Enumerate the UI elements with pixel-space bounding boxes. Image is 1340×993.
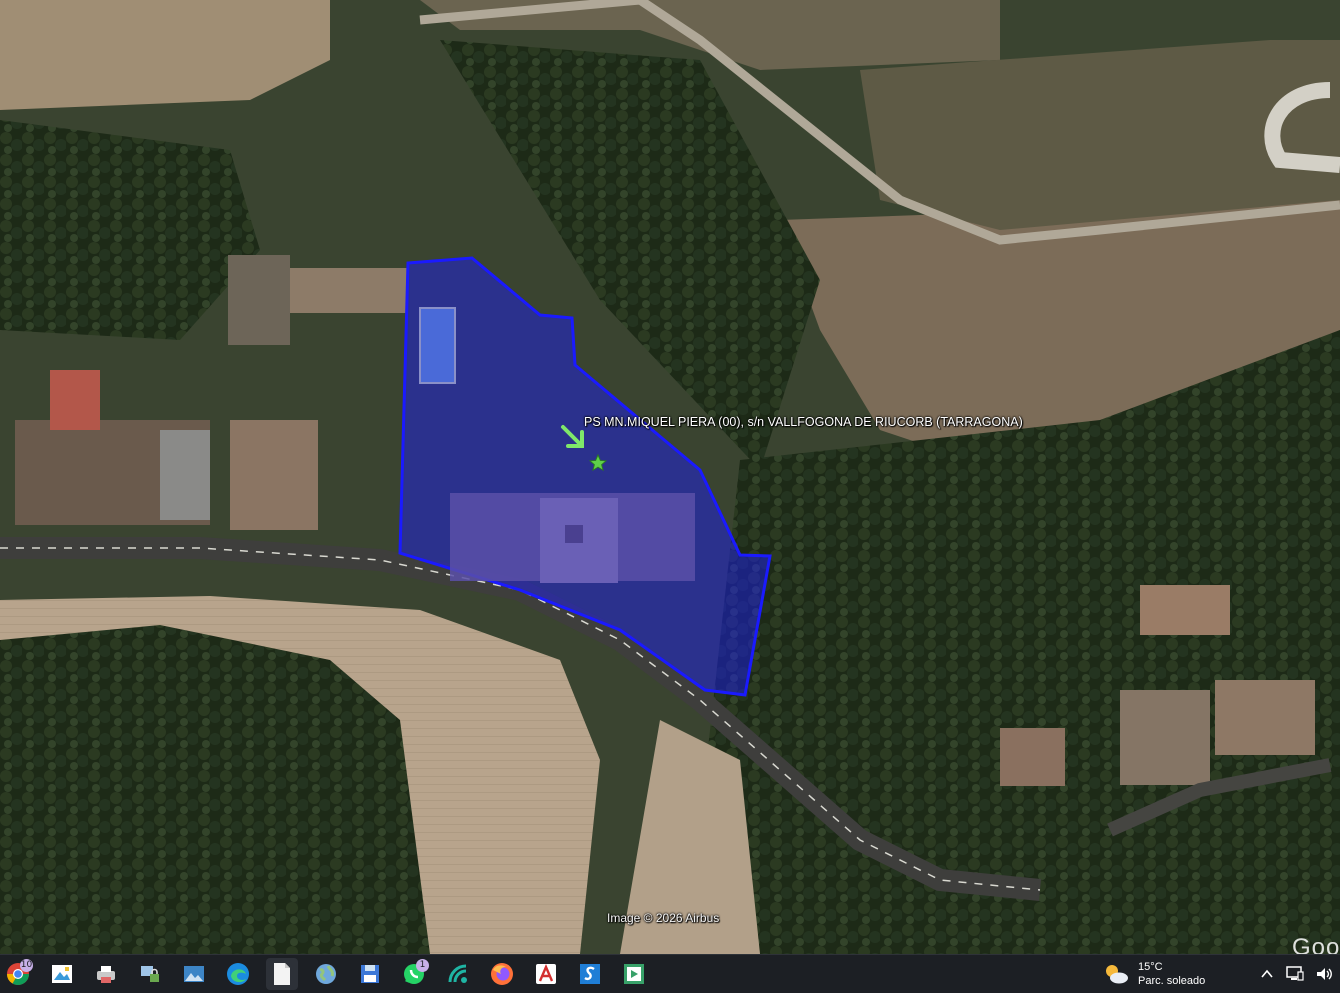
weather-condition: Parc. soleado	[1138, 975, 1206, 987]
whatsapp-icon[interactable]: 1	[398, 958, 430, 990]
document-icon[interactable]	[266, 958, 298, 990]
system-tray	[1260, 955, 1334, 993]
acrobat-icon[interactable]	[530, 958, 562, 990]
save-disk-icon[interactable]	[354, 958, 386, 990]
imagery-copyright: Image © 2026 Airbus	[607, 911, 720, 925]
printer-icon[interactable]	[90, 958, 122, 990]
chevron-up-icon[interactable]	[1260, 967, 1274, 981]
chrome-badge: 10	[20, 959, 33, 972]
weather-widget[interactable]: 15°C Parc. soleado	[1102, 955, 1205, 993]
photos-icon[interactable]	[46, 958, 78, 990]
satellite-map[interactable]: PS MN.MIQUEL PIERA (00), s/n VALLFOGONA …	[0, 0, 1340, 954]
display-network-icon[interactable]	[1286, 966, 1304, 982]
wifi-app-icon[interactable]	[442, 958, 474, 990]
place-label: PS MN.MIQUEL PIERA (00), s/n VALLFOGONA …	[584, 415, 1023, 429]
photo-gallery-icon[interactable]	[178, 958, 210, 990]
taskbar: 10 1 15°C Parc. soleado	[0, 954, 1340, 993]
google-watermark: Goo	[1292, 934, 1340, 954]
s-app-icon[interactable]	[574, 958, 606, 990]
network-lock-icon[interactable]	[134, 958, 166, 990]
chrome-icon[interactable]: 10	[2, 958, 34, 990]
partly-sunny-icon	[1106, 965, 1128, 984]
firefox-icon[interactable]	[486, 958, 518, 990]
whatsapp-badge: 1	[416, 959, 429, 972]
weather-temperature: 15°C	[1138, 961, 1163, 973]
edge-icon[interactable]	[222, 958, 254, 990]
player-icon[interactable]	[618, 958, 650, 990]
volume-icon[interactable]	[1316, 966, 1334, 982]
star-icon[interactable]	[589, 454, 607, 472]
globe-icon[interactable]	[310, 958, 342, 990]
